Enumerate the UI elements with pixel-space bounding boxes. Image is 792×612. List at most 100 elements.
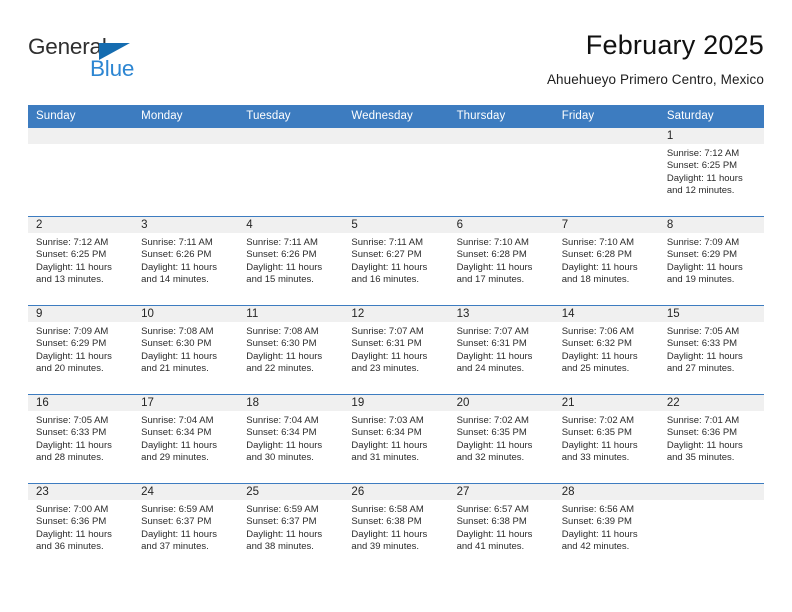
- daylight-text-line2: and 19 minutes.: [666, 274, 735, 286]
- calendar-day-cell[interactable]: 27 Sunrise: 6:57 AM Sunset: 6:38 PM Dayligh…: [448, 483, 554, 573]
- calendar-day-cell[interactable]: 20 Sunrise: 7:02 AM Sunset: 6:35 PM Dayligh…: [448, 394, 554, 484]
- day-details: Sunrise: 6:57 AM Sunset: 6:38 PM Daylight:…: [449, 500, 554, 554]
- calendar-day-cell[interactable]: 7 Sunrise: 7:10 AM Sunset: 6:28 PM Daylight…: [553, 216, 659, 306]
- calendar-day-cell[interactable]: 5 Sunrise: 7:11 AM Sunset: 6:27 PM Daylight…: [343, 216, 449, 306]
- day-number: 22: [658, 395, 764, 411]
- calendar-day-cell-empty: [238, 127, 344, 217]
- day-details: Sunrise: 6:56 AM Sunset: 6:39 PM Daylight:…: [554, 500, 659, 554]
- page-header: General Blue February 2025 Ahuehueyo Pri…: [28, 28, 764, 98]
- calendar-week-row: 1 Sunrise: 7:12 AM Sunset: 6:25 PM Daylight…: [28, 127, 764, 217]
- daylight-text-line1: Daylight: 11 hours: [561, 439, 638, 451]
- calendar-day-cell[interactable]: 16 Sunrise: 7:05 AM Sunset: 6:33 PM Dayligh…: [28, 394, 134, 484]
- daylight-text-line2: and 20 minutes.: [36, 363, 104, 375]
- calendar-day-cell[interactable]: 18 Sunrise: 7:04 AM Sunset: 6:34 PM Dayligh…: [238, 394, 344, 484]
- calendar-day-cell[interactable]: 12 Sunrise: 7:07 AM Sunset: 6:31 PM Dayligh…: [343, 305, 449, 395]
- calendar-day-cell[interactable]: 3 Sunrise: 7:11 AM Sunset: 6:26 PM Daylight…: [133, 216, 239, 306]
- day-details: Sunrise: 7:07 AM Sunset: 6:31 PM Daylight:…: [343, 322, 448, 376]
- daylight-text-line1: Daylight: 11 hours: [666, 261, 743, 273]
- sunset-text: Sunset: 6:30 PM: [141, 338, 212, 350]
- weekday-header-wednesday: Wednesday: [343, 105, 449, 128]
- sunrise-text: Sunrise: 7:07 AM: [351, 326, 424, 337]
- sunrise-text: Sunrise: 7:02 AM: [456, 415, 529, 426]
- day-number: 5: [343, 217, 449, 233]
- day-number: 26: [343, 484, 449, 500]
- day-number: 14: [553, 306, 659, 322]
- sunset-text: Sunset: 6:25 PM: [666, 160, 738, 172]
- sunrise-text: Sunrise: 6:59 AM: [141, 504, 214, 515]
- calendar-day-cell[interactable]: 22 Sunrise: 7:01 AM Sunset: 6:36 PM Dayligh…: [658, 394, 764, 484]
- calendar-day-cell[interactable]: 19 Sunrise: 7:03 AM Sunset: 6:34 PM Dayligh…: [343, 394, 449, 484]
- daylight-text-line1: Daylight: 11 hours: [141, 528, 218, 540]
- calendar-day-cell[interactable]: 21 Sunrise: 7:02 AM Sunset: 6:35 PM Dayligh…: [553, 394, 659, 484]
- calendar-day-cell[interactable]: 24 Sunrise: 6:59 AM Sunset: 6:37 PM Dayligh…: [133, 483, 239, 573]
- calendar-day-cell[interactable]: 1 Sunrise: 7:12 AM Sunset: 6:25 PM Daylight…: [658, 127, 764, 217]
- day-details: Sunrise: 7:10 AM Sunset: 6:28 PM Daylight:…: [554, 233, 659, 287]
- day-number: 21: [553, 395, 659, 411]
- day-number: [448, 128, 554, 144]
- daylight-text-line1: Daylight: 11 hours: [246, 528, 323, 540]
- calendar-weekday-header-row: Sunday Monday Tuesday Wednesday Thursday…: [28, 105, 764, 128]
- calendar-day-cell[interactable]: 11 Sunrise: 7:08 AM Sunset: 6:30 PM Dayligh…: [238, 305, 344, 395]
- calendar-day-cell[interactable]: 25 Sunrise: 6:59 AM Sunset: 6:37 PM Dayligh…: [238, 483, 344, 573]
- daylight-text-line1: Daylight: 11 hours: [351, 261, 428, 273]
- daylight-text-line1: Daylight: 11 hours: [141, 261, 218, 273]
- daylight-text-line1: Daylight: 11 hours: [561, 350, 638, 362]
- calendar-day-cell-empty: [133, 127, 239, 217]
- day-details: Sunrise: 7:10 AM Sunset: 6:28 PM Daylight:…: [449, 233, 554, 287]
- calendar-day-cell[interactable]: 8 Sunrise: 7:09 AM Sunset: 6:29 PM Daylight…: [658, 216, 764, 306]
- day-number: 17: [133, 395, 239, 411]
- calendar-day-cell[interactable]: 23 Sunrise: 7:00 AM Sunset: 6:36 PM Dayligh…: [28, 483, 134, 573]
- calendar-day-cell[interactable]: 2 Sunrise: 7:12 AM Sunset: 6:25 PM Daylight…: [28, 216, 134, 306]
- sunrise-text: Sunrise: 6:56 AM: [561, 504, 635, 515]
- sunset-text: Sunset: 6:30 PM: [246, 338, 317, 350]
- daylight-text-line2: and 14 minutes.: [141, 274, 209, 286]
- weekday-header-friday: Friday: [553, 105, 659, 128]
- sunrise-text: Sunrise: 7:06 AM: [561, 326, 635, 337]
- calendar-day-cell[interactable]: 17 Sunrise: 7:04 AM Sunset: 6:34 PM Dayligh…: [133, 394, 239, 484]
- calendar-body: 1 Sunrise: 7:12 AM Sunset: 6:25 PM Daylight…: [28, 127, 764, 573]
- daylight-text-line2: and 41 minutes.: [456, 541, 525, 553]
- sunrise-text: Sunrise: 7:12 AM: [666, 148, 740, 159]
- calendar-day-cell[interactable]: 28 Sunrise: 6:56 AM Sunset: 6:39 PM Dayligh…: [553, 483, 659, 573]
- calendar-day-cell[interactable]: 14 Sunrise: 7:06 AM Sunset: 6:32 PM Dayligh…: [553, 305, 659, 395]
- daylight-text-line1: Daylight: 11 hours: [36, 439, 112, 451]
- calendar-day-cell[interactable]: 15 Sunrise: 7:05 AM Sunset: 6:33 PM Dayligh…: [658, 305, 764, 395]
- sunset-text: Sunset: 6:34 PM: [351, 427, 422, 439]
- daylight-text-line1: Daylight: 11 hours: [456, 350, 533, 362]
- day-details: Sunrise: 7:09 AM Sunset: 6:29 PM Daylight:…: [28, 322, 133, 376]
- daylight-text-line1: Daylight: 11 hours: [36, 350, 112, 362]
- daylight-text-line1: Daylight: 11 hours: [456, 439, 533, 451]
- sunset-text: Sunset: 6:26 PM: [246, 249, 317, 261]
- sunset-text: Sunset: 6:34 PM: [246, 427, 317, 439]
- general-blue-logo[interactable]: General Blue: [28, 34, 228, 90]
- sunrise-text: Sunrise: 7:02 AM: [561, 415, 635, 426]
- daylight-text-line1: Daylight: 11 hours: [456, 528, 533, 540]
- sunrise-text: Sunrise: 7:08 AM: [141, 326, 214, 337]
- sunset-text: Sunset: 6:28 PM: [456, 249, 527, 261]
- sunrise-text: Sunrise: 7:10 AM: [456, 237, 529, 248]
- day-number: 28: [553, 484, 659, 500]
- daylight-text-line2: and 35 minutes.: [666, 452, 735, 464]
- logo-text-blue: Blue: [90, 56, 135, 81]
- sunset-text: Sunset: 6:36 PM: [36, 516, 107, 528]
- calendar-week-row: 23 Sunrise: 7:00 AM Sunset: 6:36 PM Dayligh…: [28, 483, 764, 573]
- title-block: February 2025 Ahuehueyo Primero Centro, …: [547, 28, 764, 91]
- calendar-day-cell[interactable]: 6 Sunrise: 7:10 AM Sunset: 6:28 PM Daylight…: [448, 216, 554, 306]
- day-details: Sunrise: 7:12 AM Sunset: 6:25 PM Daylight:…: [28, 233, 133, 287]
- page-subtitle: Ahuehueyo Primero Centro, Mexico: [546, 72, 764, 87]
- calendar-day-cell[interactable]: 13 Sunrise: 7:07 AM Sunset: 6:31 PM Dayligh…: [448, 305, 554, 395]
- calendar-day-cell-empty: [448, 127, 554, 217]
- calendar-day-cell[interactable]: 26 Sunrise: 6:58 AM Sunset: 6:38 PM Dayligh…: [343, 483, 449, 573]
- day-number: 2: [28, 217, 134, 233]
- day-number: 1: [658, 128, 764, 144]
- sunrise-text: Sunrise: 6:58 AM: [351, 504, 424, 515]
- calendar-week-row: 2 Sunrise: 7:12 AM Sunset: 6:25 PM Daylight…: [28, 216, 764, 306]
- daylight-text-line2: and 22 minutes.: [246, 363, 314, 375]
- calendar-day-cell[interactable]: 10 Sunrise: 7:08 AM Sunset: 6:30 PM Dayligh…: [133, 305, 239, 395]
- calendar-day-cell[interactable]: 9 Sunrise: 7:09 AM Sunset: 6:29 PM Daylight…: [28, 305, 134, 395]
- day-number: [343, 128, 449, 144]
- daylight-text-line2: and 31 minutes.: [351, 452, 420, 464]
- calendar-day-cell-empty: [343, 127, 449, 217]
- calendar-day-cell[interactable]: 4 Sunrise: 7:11 AM Sunset: 6:26 PM Daylight…: [238, 216, 344, 306]
- day-number: 6: [448, 217, 554, 233]
